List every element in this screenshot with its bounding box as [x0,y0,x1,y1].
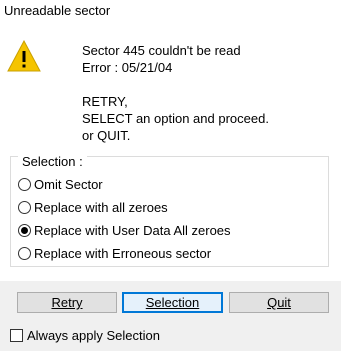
quit-button[interactable]: Quit [229,292,329,313]
message-line-retry: RETRY, [82,94,128,109]
selection-group-label: Selection : [18,154,87,169]
radio-replace-erroneous[interactable] [18,246,31,260]
message-line-sector: Sector 445 couldn't be read [82,43,241,58]
option-replace-erroneous[interactable]: Replace with Erroneous sector [18,244,211,262]
always-apply-label: Always apply Selection [27,327,160,343]
radio-replace-all-zeroes[interactable] [18,200,31,214]
message-line-error: Error : 05/21/04 [82,60,173,75]
dialog-message: Sector 445 couldn't be read Error : 05/2… [82,42,269,144]
message-line-select: SELECT an option and proceed. [82,111,269,126]
selection-button-label: Selection [145,295,200,310]
option-label: Replace with User Data All zeroes [34,222,231,238]
radio-omit-sector[interactable] [18,177,31,191]
always-apply-checkbox[interactable] [10,328,23,342]
option-omit-sector[interactable]: Omit Sector [18,175,103,193]
option-replace-all-zeroes[interactable]: Replace with all zeroes [18,198,168,216]
always-apply-checkbox-row[interactable]: Always apply Selection [10,326,160,344]
retry-button[interactable]: Retry [17,292,117,313]
option-label: Replace with Erroneous sector [34,245,212,261]
option-label: Omit Sector [34,176,103,192]
selection-button[interactable]: Selection [122,292,223,313]
warning-icon [7,40,41,72]
quit-button-label: Quit [267,295,291,310]
option-replace-user-data[interactable]: Replace with User Data All zeroes [18,221,231,239]
message-line-quit: or QUIT. [82,128,131,143]
option-label: Replace with all zeroes [34,199,168,215]
dialog-title: Unreadable sector [4,3,111,18]
retry-button-label: Retry [51,295,83,310]
radio-replace-user-data[interactable] [18,223,31,237]
unreadable-sector-dialog: Unreadable sector Sector 445 couldn't be… [0,0,341,351]
